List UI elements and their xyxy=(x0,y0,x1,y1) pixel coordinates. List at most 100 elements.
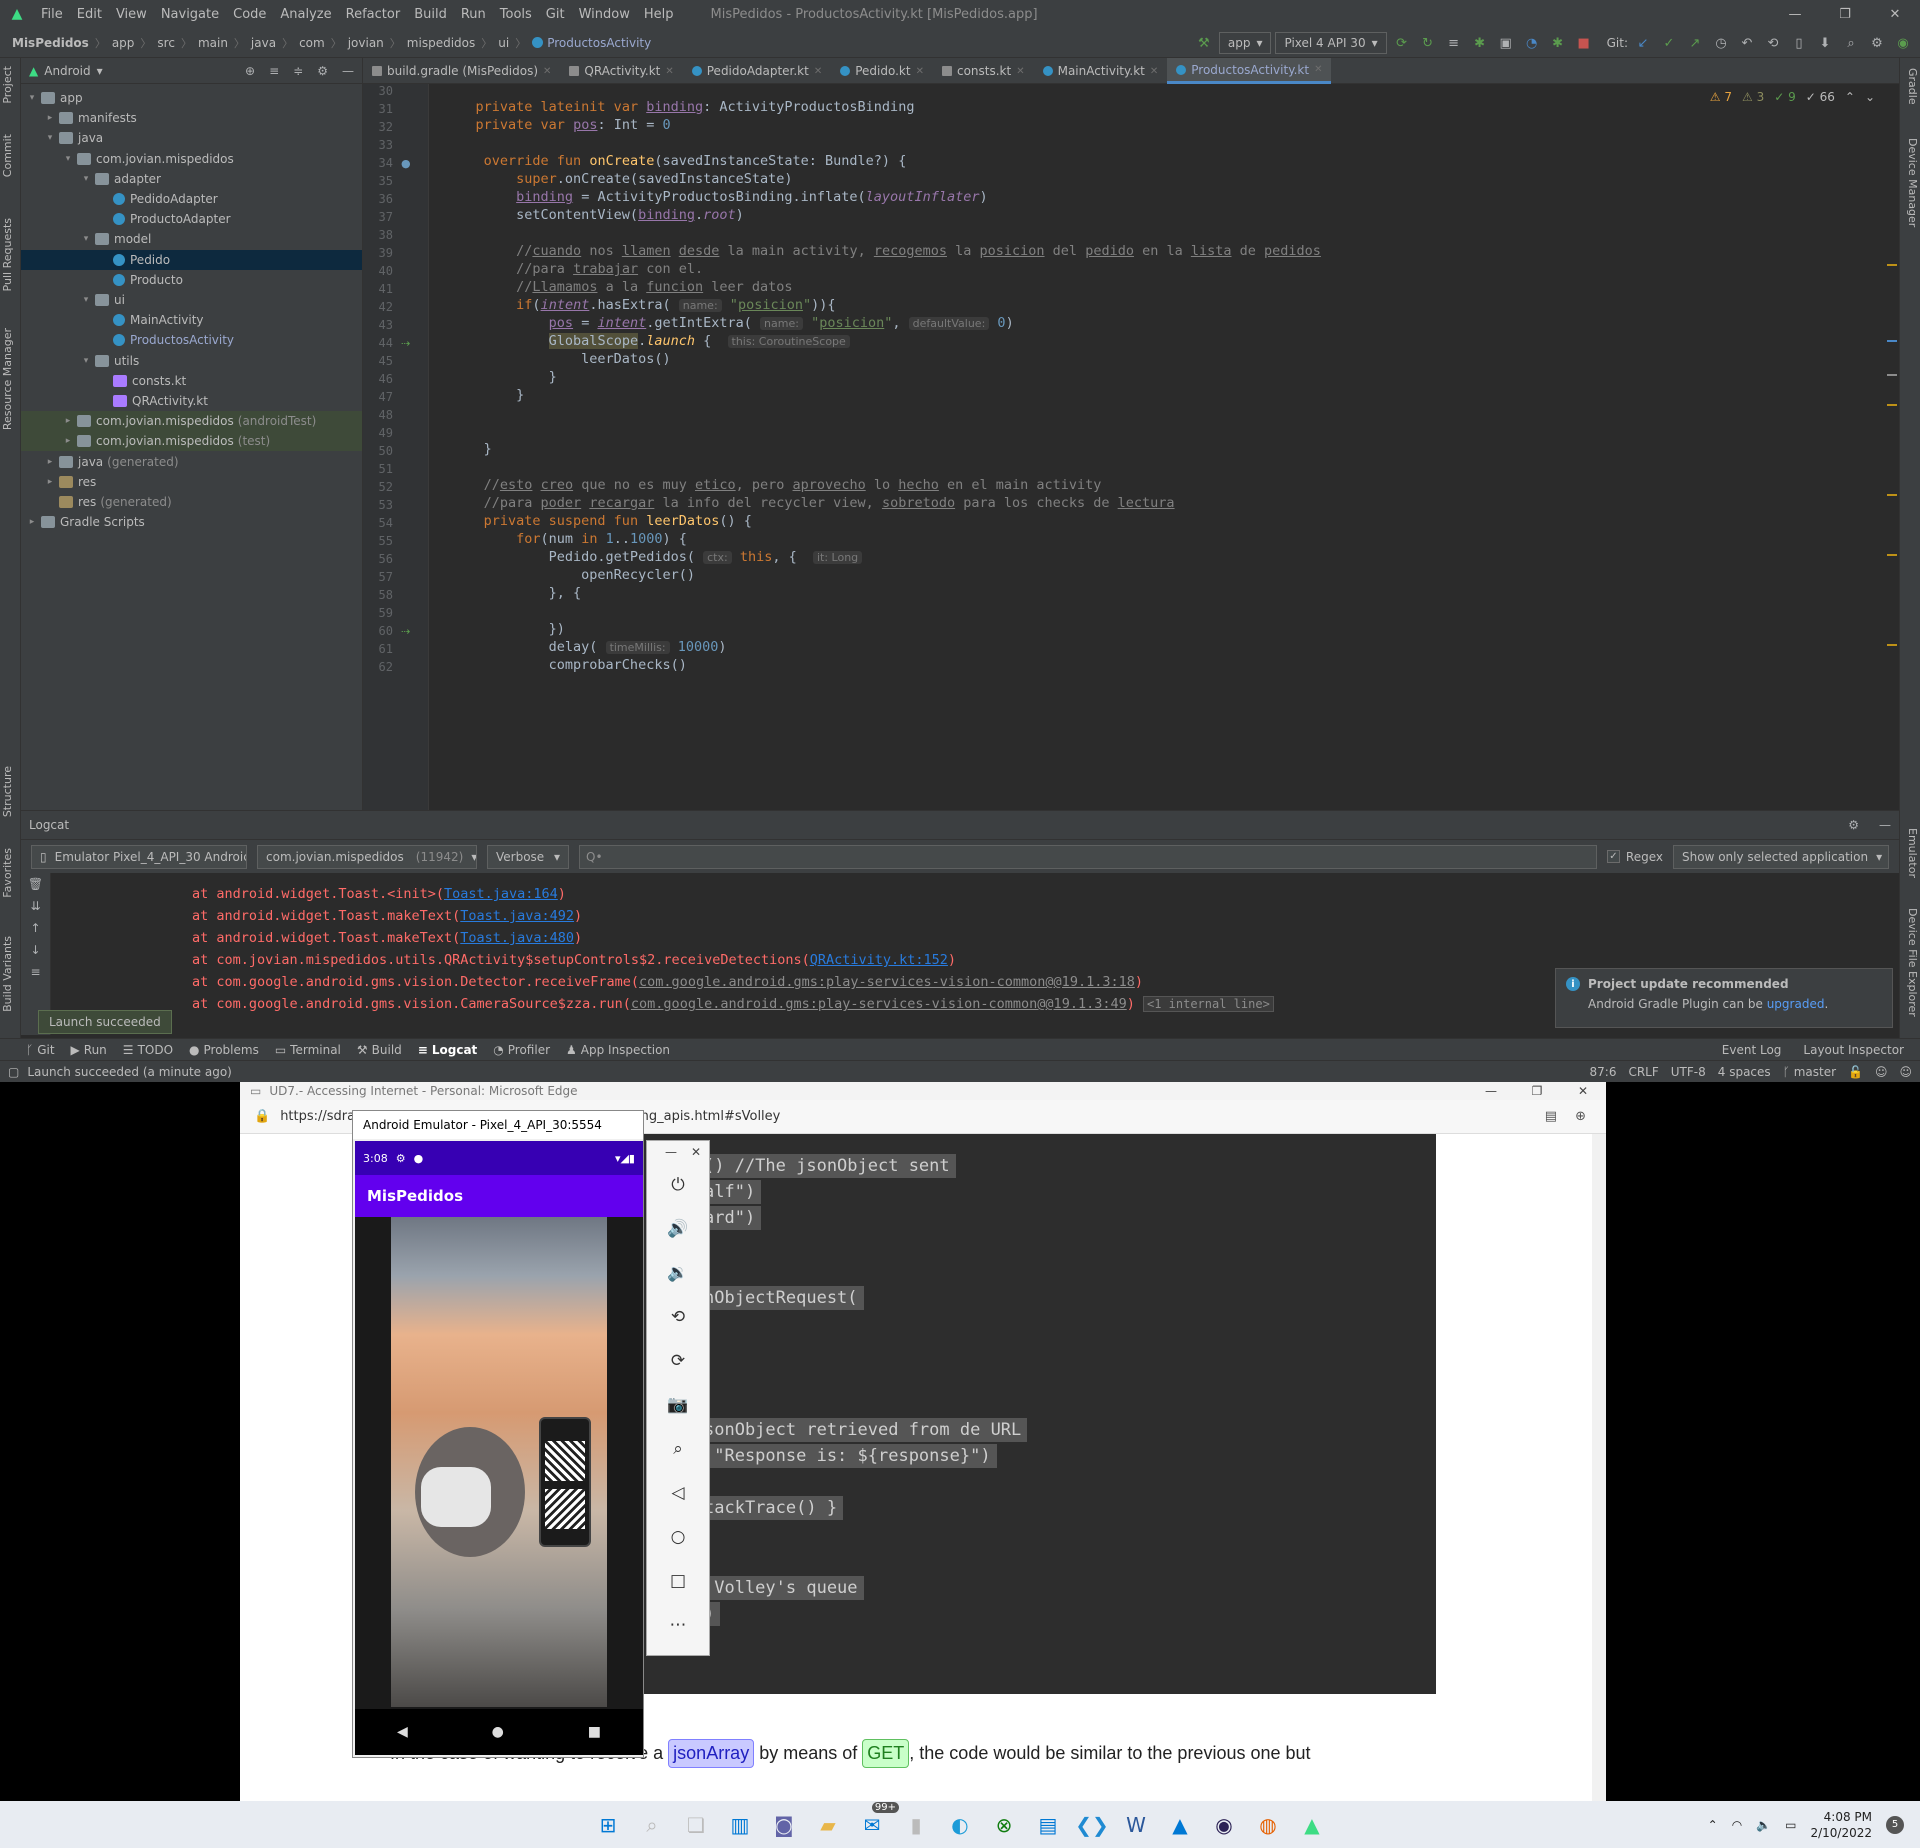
mail-icon[interactable]: ✉ 99+ xyxy=(855,1801,899,1842)
tree-node[interactable]: ▾ java xyxy=(21,128,362,148)
tree-node[interactable]: Producto xyxy=(21,270,362,290)
phone-screen[interactable]: 3:08 ⚙ ● ▾◢▮ MisPedidos ◀ ● ■ xyxy=(355,1141,643,1755)
log-line[interactable]: at android.widget.Toast.<init>(Toast.jav… xyxy=(127,883,1274,905)
minimize-icon[interactable]: — xyxy=(1770,0,1820,28)
notification-center-badge[interactable]: 5 xyxy=(1886,1815,1904,1834)
bottom-tab-terminal[interactable]: ▭ Terminal xyxy=(275,1043,341,1057)
menu-item-build[interactable]: Build xyxy=(407,7,454,22)
caret-position[interactable]: 87:6 xyxy=(1590,1065,1617,1079)
xbox-icon[interactable]: ⊗ xyxy=(987,1808,1021,1842)
settings-gear-icon[interactable]: ⚙ xyxy=(1848,818,1859,832)
attach-debugger-icon[interactable]: ✱ xyxy=(1547,32,1569,54)
close-icon[interactable]: ✕ xyxy=(1150,66,1158,77)
bottom-tab-profiler[interactable]: ◔ Profiler xyxy=(493,1043,550,1057)
chevron-right-icon[interactable]: ▸ xyxy=(43,113,57,123)
menu-item-navigate[interactable]: Navigate xyxy=(154,7,226,22)
stop-icon[interactable]: ■ xyxy=(1573,32,1595,54)
recents-icon[interactable]: ■ xyxy=(588,1724,601,1740)
breadcrumb-item[interactable]: com xyxy=(299,36,325,50)
device-select[interactable]: Pixel 4 API 30 ▾ xyxy=(1275,32,1387,54)
tree-node[interactable]: ProductosActivity xyxy=(21,330,362,350)
chevron-down-icon[interactable]: ▾ xyxy=(79,174,93,184)
zoom-icon[interactable]: ⌕ xyxy=(647,1427,709,1471)
teams-icon[interactable]: ◙ xyxy=(767,1808,801,1842)
tool-window-build-variants[interactable]: Build Variants xyxy=(1,936,21,1012)
tree-node[interactable]: PedidoAdapter xyxy=(21,189,362,209)
line-separator[interactable]: CRLF xyxy=(1628,1065,1658,1079)
device-manager-icon[interactable]: ▯ xyxy=(1788,32,1810,54)
menu-item-analyze[interactable]: Analyze xyxy=(273,7,338,22)
close-icon[interactable]: ✕ xyxy=(1016,66,1024,77)
sdk-manager-icon[interactable]: ⬇ xyxy=(1814,32,1836,54)
close-icon[interactable]: ✕ xyxy=(916,66,924,77)
git-push-icon[interactable]: ↗ xyxy=(1684,32,1706,54)
firefox-icon[interactable]: ◍ xyxy=(1251,1808,1285,1842)
back-icon[interactable]: ◁ xyxy=(647,1471,709,1515)
breadcrumb-item[interactable]: mispedidos xyxy=(407,36,475,50)
log-output[interactable]: at android.widget.Toast.<init>(Toast.jav… xyxy=(127,883,1274,1015)
volume-down-icon[interactable]: 🔉 xyxy=(647,1251,709,1295)
reader-view-icon[interactable]: ▤ xyxy=(1545,1109,1557,1124)
editor-tab[interactable]: MainActivity.kt ✕ xyxy=(1034,58,1168,84)
menu-item-edit[interactable]: Edit xyxy=(70,7,109,22)
coverage-icon[interactable]: ▣ xyxy=(1495,32,1517,54)
regex-checkbox[interactable]: ✓ Regex xyxy=(1606,850,1663,864)
clock[interactable]: 4:08 PM 2/10/2022 xyxy=(1810,1809,1872,1841)
bottom-tab-logcat[interactable]: ≡ Logcat xyxy=(418,1043,478,1057)
wifi-icon[interactable]: ◠ xyxy=(1732,1818,1742,1832)
chevron-right-icon[interactable]: ▸ xyxy=(43,477,57,487)
tree-node[interactable]: ▸ java (generated) xyxy=(21,452,362,472)
edge-icon[interactable]: ◐ xyxy=(943,1808,977,1842)
chevron-down-icon[interactable]: ▾ xyxy=(79,295,93,305)
tool-window-structure[interactable]: Structure xyxy=(1,766,21,817)
tree-node[interactable]: QRActivity.kt xyxy=(21,391,362,411)
tool-window-resource-manager[interactable]: Resource Manager xyxy=(1,328,21,430)
store-icon[interactable]: ▤ xyxy=(1031,1808,1065,1842)
locate-icon[interactable]: ⊕ xyxy=(245,64,255,78)
search-icon[interactable]: ⌕ xyxy=(635,1808,669,1842)
arrow-down-icon[interactable]: ↓ xyxy=(21,939,50,961)
breadcrumb-item[interactable]: main xyxy=(198,36,228,50)
android-studio-icon[interactable]: ▲ xyxy=(1295,1808,1329,1842)
restore-icon[interactable]: ❐ xyxy=(1514,1084,1560,1098)
notification-popup[interactable]: i Project update recommended Android Grad… xyxy=(1555,968,1893,1028)
scroll-to-end-icon[interactable]: ⇊ xyxy=(21,895,50,917)
hide-icon[interactable]: — xyxy=(1879,818,1891,832)
log-line[interactable]: at com.google.android.gms.vision.CameraS… xyxy=(127,993,1274,1015)
bottom-tab-todo[interactable]: ☰ TODO xyxy=(123,1043,173,1057)
menu-item-git[interactable]: Git xyxy=(539,7,572,22)
bottom-tab-build[interactable]: ⚒ Build xyxy=(357,1043,402,1057)
tool-window-device-manager[interactable]: Device Manager xyxy=(1899,138,1919,227)
tool-window-gradle[interactable]: Gradle xyxy=(1899,68,1919,105)
tree-node[interactable]: ▾ ui xyxy=(21,290,362,310)
soft-wrap-icon[interactable]: ≡ xyxy=(21,961,50,983)
breadcrumb-item[interactable]: jovian xyxy=(348,36,384,50)
indent-setting[interactable]: 4 spaces xyxy=(1718,1065,1771,1079)
tool-window-pull-requests[interactable]: Pull Requests xyxy=(1,218,21,291)
process-filter-select[interactable]: com.jovian.mispedidos (11942) ▾ xyxy=(257,844,477,869)
apply-code-changes-icon[interactable]: ↻ xyxy=(1417,32,1439,54)
logcat-search-input[interactable]: Q• xyxy=(579,844,1597,869)
code-editor[interactable]: 30 31 32 33 34 35 36 37 38 39 40 41 42 43 44 45 46 47 48 49… xyxy=(363,84,1899,810)
photos-icon[interactable]: ▲ xyxy=(1163,1808,1197,1842)
home-icon[interactable]: ● xyxy=(492,1724,504,1740)
vscode-icon[interactable]: ❮❯ xyxy=(1075,1808,1109,1842)
chevron-right-icon[interactable]: ▸ xyxy=(25,517,39,527)
chevron-down-icon[interactable]: ⌄ xyxy=(1865,90,1875,104)
upgrade-link[interactable]: upgraded xyxy=(1767,997,1825,1011)
overview-icon[interactable]: □ xyxy=(647,1559,709,1603)
close-icon[interactable]: ✕ xyxy=(543,66,551,77)
chevron-down-icon[interactable]: ▾ xyxy=(25,93,39,103)
bottom-tab-git[interactable]: ᚴ Git xyxy=(26,1043,55,1057)
lock-icon[interactable]: 🔓 xyxy=(1848,1065,1863,1079)
bottom-tab-problems[interactable]: ● Problems xyxy=(189,1043,259,1057)
url-start[interactable]: https://sdra xyxy=(280,1109,355,1124)
menu-item-tools[interactable]: Tools xyxy=(493,7,539,22)
tool-window-commit[interactable]: Commit xyxy=(1,134,21,177)
git-commit-icon[interactable]: ✓ xyxy=(1658,32,1680,54)
settings-gear-icon[interactable]: ⚙ xyxy=(1866,32,1888,54)
breadcrumb-item[interactable]: MisPedidos xyxy=(12,36,89,50)
arrow-up-icon[interactable]: ↑ xyxy=(21,917,50,939)
battery-icon[interactable]: ▭ xyxy=(1785,1818,1796,1832)
tree-node[interactable]: res (generated) xyxy=(21,492,362,512)
